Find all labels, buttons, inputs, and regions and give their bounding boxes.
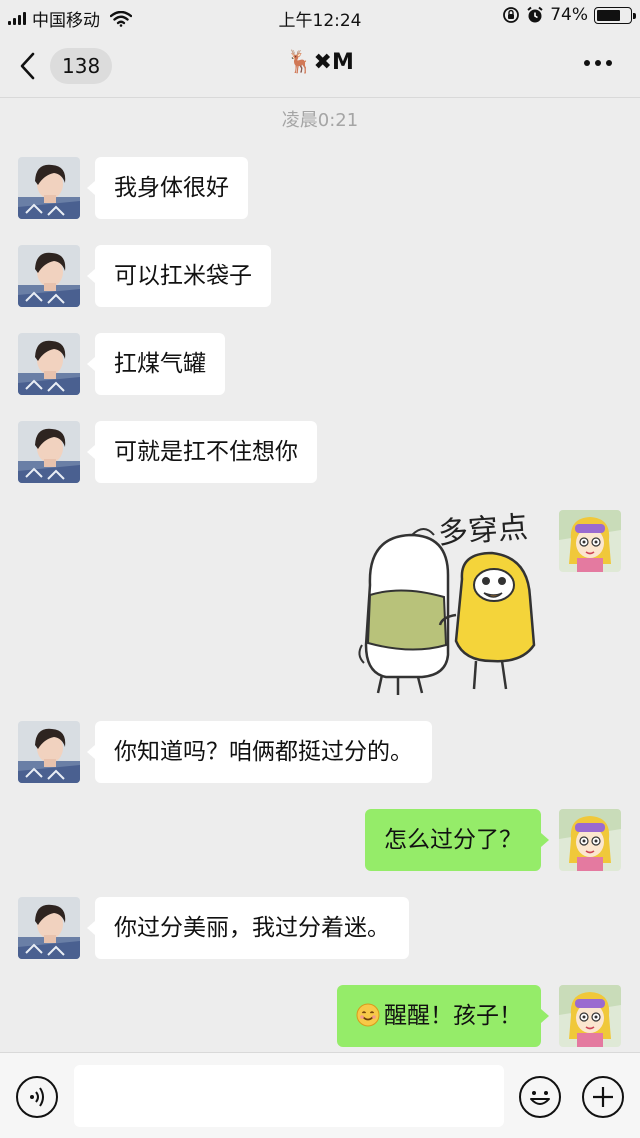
more-dot-icon	[584, 60, 590, 66]
battery-icon	[594, 6, 636, 24]
voice-button[interactable]	[16, 1076, 58, 1118]
my-avatar[interactable]	[559, 510, 621, 572]
message-timestamp: 凌晨0:21	[281, 110, 359, 131]
emoji-icon	[530, 1091, 550, 1105]
rotation-lock-icon	[503, 7, 520, 23]
sticker-message[interactable]: 多穿点	[352, 505, 548, 705]
status-bar: 中国移动 上午12:24 74%	[0, 0, 640, 32]
contact-avatar[interactable]	[18, 897, 80, 959]
plus-icon	[593, 1087, 613, 1107]
contact-avatar[interactable]	[18, 721, 80, 783]
emoji-button[interactable]	[519, 1076, 561, 1118]
sticker-caption: 多穿点	[437, 510, 529, 551]
my-avatar[interactable]	[559, 809, 621, 871]
incoming-message-bubble[interactable]: 可就是扛不住想你	[87, 421, 317, 483]
battery-percent: 74%	[550, 5, 588, 25]
message-input[interactable]	[74, 1065, 504, 1127]
plus-button[interactable]	[582, 1076, 624, 1118]
incoming-message-bubble[interactable]: 你知道吗？咱俩都挺过分的。	[87, 721, 432, 783]
outgoing-message-text: 醒醒！孩子！	[384, 1003, 522, 1029]
more-button[interactable]	[584, 60, 612, 66]
voice-icon	[30, 1087, 44, 1107]
outgoing-message-bubble[interactable]: 怎么过分了？	[365, 809, 549, 871]
alarm-icon	[527, 6, 543, 23]
status-right: 74%	[502, 5, 636, 25]
chat-header: 138 🦌✖M	[0, 32, 640, 98]
contact-avatar[interactable]	[18, 245, 80, 307]
incoming-message-bubble[interactable]: 我身体很好	[87, 157, 248, 219]
smile-emoji-icon	[356, 1003, 380, 1027]
sticker-image: 多穿点	[358, 510, 536, 695]
input-bar	[0, 1052, 640, 1138]
contact-avatar[interactable]	[18, 421, 80, 483]
contact-avatar[interactable]	[18, 333, 80, 395]
outgoing-message-bubble[interactable]: 醒醒！孩子！	[337, 985, 549, 1047]
contact-avatar[interactable]	[18, 157, 80, 219]
incoming-message-bubble[interactable]: 你过分美丽，我过分着迷。	[87, 897, 409, 959]
incoming-message-bubble[interactable]: 可以扛米袋子	[87, 245, 271, 307]
my-avatar[interactable]	[559, 985, 621, 1047]
chat-title: 🦌✖M	[286, 50, 354, 75]
incoming-message-bubble[interactable]: 扛煤气罐	[87, 333, 225, 395]
